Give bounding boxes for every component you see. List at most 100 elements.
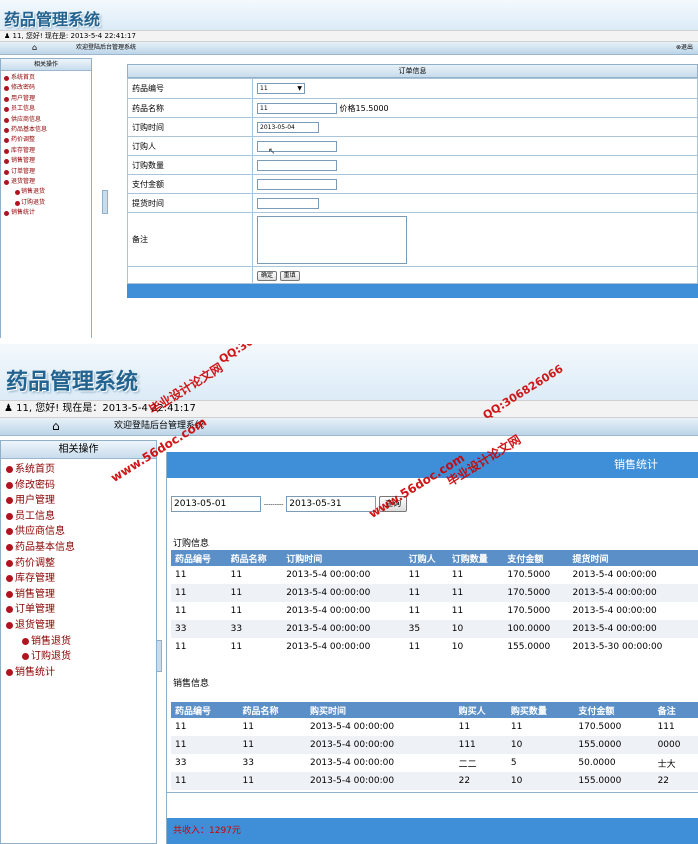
order-section-label: 订购信息 [173,539,210,549]
sidebar-item-5[interactable]: 药品基本信息 [1,125,91,135]
sidebar-item-4[interactable]: 供应商信息 [1,115,91,125]
home-icon[interactable]: ⌂ [32,42,37,54]
sidebar-item-5[interactable]: 药品基本信息 [1,540,156,556]
sidebar-item-10[interactable]: 退货管理 [1,618,156,634]
sidebar-item-label: 订购退货 [31,651,71,663]
table-row: 33 33 2013-5-4 00:00:00 35 10 100.0000 2013-5-… [171,620,698,638]
date-to-input[interactable]: 2013-05-31 [286,496,377,512]
remark-textarea[interactable] [257,215,407,264]
sales-cell: 22 [653,772,698,790]
sidebar-item-2[interactable]: 用户管理 [1,493,156,509]
sales-cell: 2013-5-4 00:00:00 [305,772,455,790]
drug-id-select[interactable]: 11 ▼ [257,83,305,94]
status-greeting: 11, 您好! 现在是: 2013-5-4 22:41:17 [12,32,136,40]
sales-cell: 5 [510,758,517,768]
amount-input[interactable] [257,178,337,190]
sidebar-item-label: 供应商信息 [15,526,65,538]
sidebar-item-3[interactable]: 员工信息 [1,509,156,525]
bullet-icon [4,169,9,175]
submit-button[interactable]: 确定 [257,270,278,281]
sales-cell: 111 [454,736,507,754]
sidebar-collapse-handle[interactable] [156,640,162,672]
order-time-input[interactable]: 2013-05-04 [257,121,319,133]
sales-col-header: 购买数量 [506,702,575,718]
sales-cell: 33 [242,758,254,768]
sales-table: 药品编号 药品名称 购买时间 购买人 购买数量 支付金额 备注 11 11 2013-5-4 0… [171,702,698,790]
sidebar-item-8[interactable]: 销售管理 [1,587,156,603]
sidebar-item-3[interactable]: 员工信息 [1,104,91,114]
table-row: 33 33 2013-5-4 00:00:00 二二 5 50.0000 士大 [171,754,698,772]
sidebar-item-7[interactable]: 库存管理 [1,146,91,156]
drug-name-label: 药品名称 [127,98,253,118]
sidebar-item-12[interactable]: 订购退货 [1,649,156,665]
sidebar-item-11[interactable]: 销售退货 [1,634,156,650]
sales-cell: 2013-5-4 00:00:00 [309,758,395,768]
sidebar-item-label: 员工信息 [11,105,36,113]
user-icon: ♟ [4,403,13,414]
sidebar-item-label: 药价调整 [11,136,36,144]
sidebar-item-label: 库存管理 [15,573,55,585]
sales-col-header: 备注 [653,702,698,718]
app-title: 药品管理系统 [6,370,139,395]
order-cell: 2013-5-4 00:00:00 [568,620,698,638]
total-income: 共收入：1297元 [167,818,698,844]
drug-price-text: 价格15.5000 [339,103,389,113]
bullet-icon [6,481,13,489]
sidebar-item-2[interactable]: 用户管理 [1,94,91,104]
drug-name-cell: 11 价格15.5000 [252,98,698,118]
order-col-header: 订购人 [404,550,448,566]
bullet-icon [22,653,29,661]
logout-link[interactable]: ⊗退出 [676,42,693,54]
sidebar-item-9[interactable]: 订单管理 [1,602,156,618]
app-header: 药品管理系统 [0,0,698,30]
order-cell: 10 [447,620,504,638]
bullet-icon [4,211,9,217]
quantity-input[interactable] [257,159,337,171]
order-form-screen: 药品管理系统 ♟ 11, 您好! 现在是: 2013-5-4 22:41:17 … [0,0,698,344]
nav-bar: ⌂ 欢迎登陆后台管理系统 [0,418,698,436]
sales-col-header: 购买时间 [305,702,455,718]
date-from-input[interactable]: 2013-05-01 [171,496,261,512]
order-cell: 11 [175,606,187,616]
sidebar-item-10[interactable]: 退货管理 [1,177,91,187]
order-time-label: 订购时间 [127,117,253,137]
bullet-icon [6,466,13,473]
sidebar-collapse-handle[interactable] [102,190,108,214]
drug-name-input[interactable]: 11 [257,102,337,114]
home-icon[interactable]: ⌂ [52,418,60,435]
sidebar-item-7[interactable]: 库存管理 [1,571,156,587]
sidebar-item-1[interactable]: 修改密码 [1,478,156,494]
sales-cell: 二二 [458,759,477,770]
sidebar-item-label: 药品基本信息 [11,125,48,133]
sidebar-item-11[interactable]: 销售退货 [1,187,91,197]
order-cell: 33 [226,620,283,638]
sidebar-item-6[interactable]: 药价调整 [1,556,156,572]
sidebar-item-0[interactable]: 系统首页 [1,73,91,83]
sidebar-item-12[interactable]: 订购退货 [1,198,91,208]
sidebar-item-label: 退货管理 [11,177,36,185]
order-cell: 11 [175,642,187,652]
bullet-icon [4,96,9,102]
sidebar-item-1[interactable]: 修改密码 [1,83,91,93]
order-table: 药品编号 药品名称 订购时间 订购人 订购数量 支付金额 提货时间 11 11 2013-5-4… [171,550,698,656]
sidebar-item-label: 药价调整 [15,557,55,569]
sidebar-item-13[interactable]: 销售统计 [1,208,91,218]
amount-cell [252,174,698,194]
sidebar-item-9[interactable]: 订单管理 [1,167,91,177]
sidebar-item-6[interactable]: 药价调整 [1,135,91,145]
bullet-icon [22,637,29,645]
order-cell: 11 [404,584,448,602]
sales-cell: 10 [506,772,575,790]
bullet-icon [6,606,13,614]
pickup-time-input[interactable] [257,197,319,209]
order-cell: 2013-5-30 00:00:00 [572,642,663,652]
sidebar-item-13[interactable]: 销售统计 [1,665,156,681]
order-cell: 35 [404,620,448,638]
bullet-icon [6,512,13,520]
sidebar-item-4[interactable]: 供应商信息 [1,524,156,540]
order-cell: 100.0000 [503,620,569,638]
bullet-icon [4,148,9,154]
reset-button[interactable]: 重填 [279,270,300,281]
sidebar-item-8[interactable]: 销售管理 [1,156,91,166]
date-separator: --------- [263,501,284,509]
